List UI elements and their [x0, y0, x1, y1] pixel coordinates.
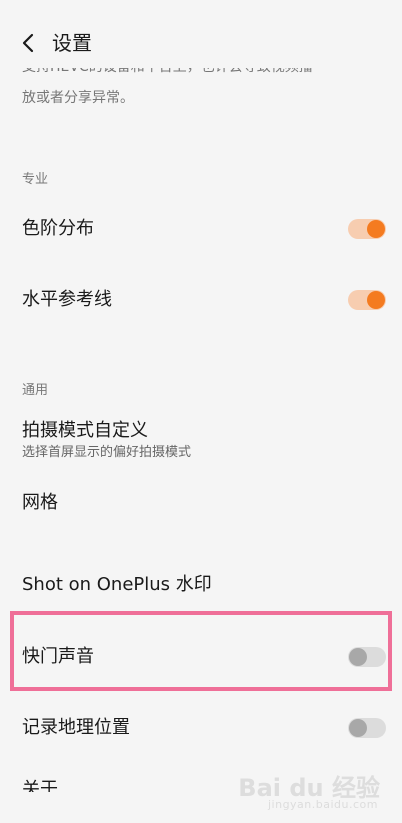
- row-label: 关于: [22, 779, 58, 792]
- row-label: 拍摄模式自定义: [22, 420, 148, 441]
- row-label: 网格: [22, 492, 58, 513]
- horizontal-guide-toggle[interactable]: [348, 290, 386, 310]
- back-button[interactable]: [14, 28, 44, 58]
- toggle-knob: [367, 291, 385, 309]
- row-label: 记录地理位置: [22, 717, 130, 738]
- highlight-box: [10, 611, 392, 691]
- camera-settings-screen: 设置 支持HEVC的设备和平台上，也许会导致视频播 放或者分享异常。 专业 色阶…: [0, 0, 402, 823]
- app-header: 设置 支持HEVC的设备和平台上，也许会导致视频播: [0, 0, 402, 84]
- hevc-description-line2: 放或者分享异常。: [22, 90, 134, 106]
- hevc-description: 支持HEVC的设备和平台上，也许会导致视频播: [22, 68, 352, 78]
- chevron-left-icon: [22, 33, 34, 53]
- baidu-jingyan-watermark: Bai du 经验 jingyan.baidu.com: [238, 768, 380, 816]
- row-custom-shooting-modes[interactable]: 拍摄模式自定义 选择首屏显示的偏好拍摄模式: [0, 410, 402, 468]
- row-label: 水平参考线: [22, 289, 112, 310]
- hevc-description-continued: 放或者分享异常。: [22, 88, 352, 109]
- row-grid[interactable]: 网格: [0, 480, 402, 528]
- section-title-professional: 专业: [22, 172, 49, 187]
- row-label: Shot on OnePlus 水印: [22, 574, 212, 595]
- hevc-description-line1: 支持HEVC的设备和平台上，也许会导致视频播: [22, 68, 352, 78]
- row-horizontal-guide[interactable]: 水平参考线: [0, 276, 402, 324]
- toggle-knob: [367, 220, 385, 238]
- row-subtitle: 选择首屏显示的偏好拍摄模式: [22, 445, 192, 460]
- watermark-url: jingyan.baidu.com: [267, 798, 378, 811]
- row-shot-on-watermark[interactable]: Shot on OnePlus 水印: [0, 562, 402, 610]
- row-about[interactable]: 关于: [22, 778, 58, 792]
- section-title-general: 通用: [22, 383, 49, 398]
- record-location-toggle[interactable]: [348, 718, 386, 738]
- page-title: 设置: [52, 31, 92, 55]
- row-levels-distribution[interactable]: 色阶分布: [0, 206, 402, 254]
- row-record-location[interactable]: 记录地理位置: [0, 704, 402, 752]
- toggle-knob: [349, 719, 367, 737]
- row-label: 色阶分布: [22, 218, 94, 239]
- levels-distribution-toggle[interactable]: [348, 219, 386, 239]
